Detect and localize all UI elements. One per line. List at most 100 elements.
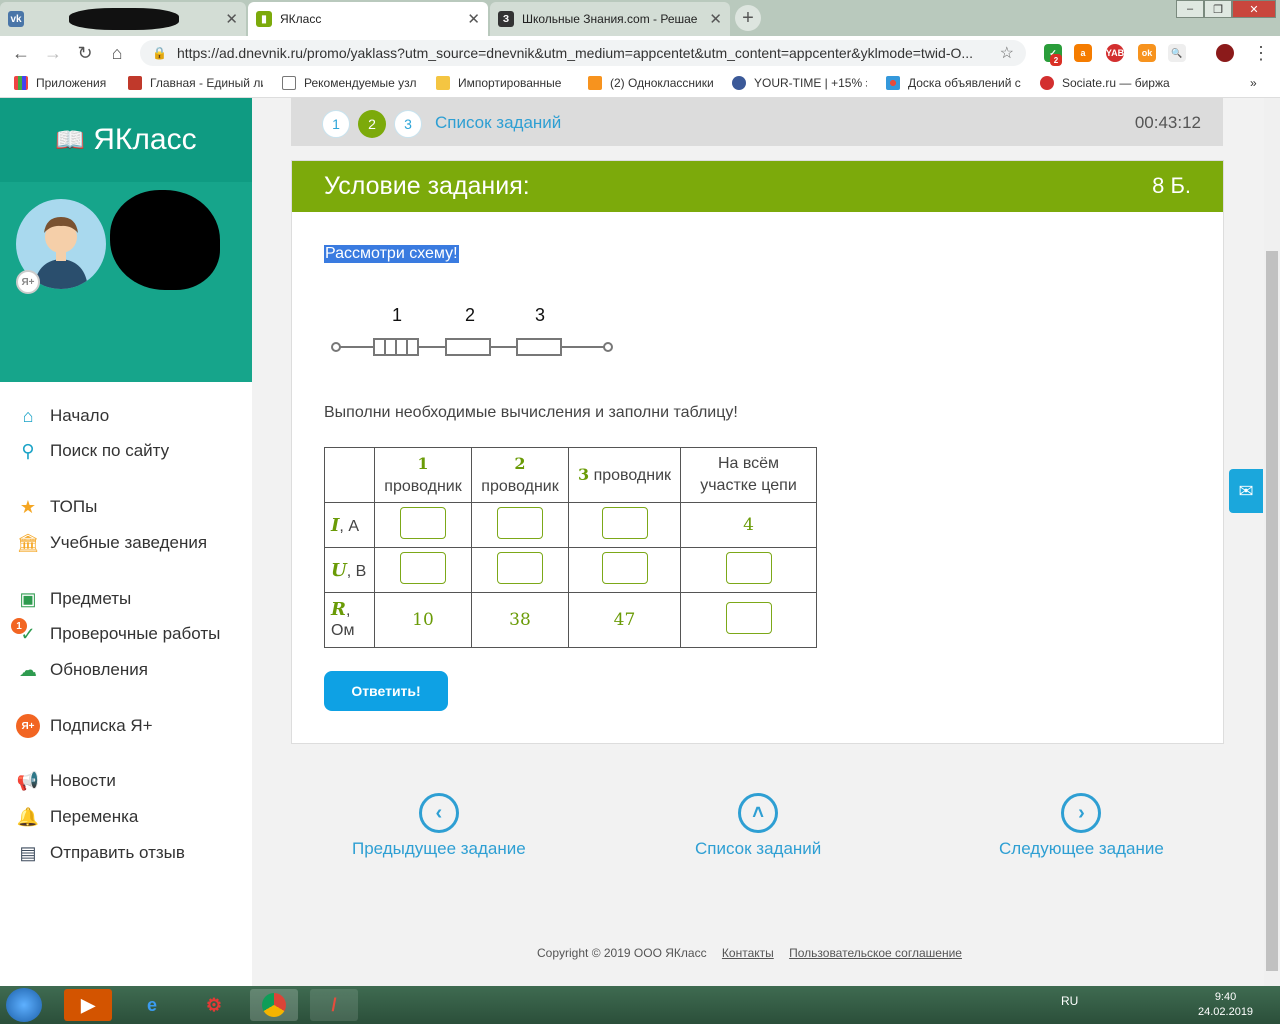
resistor-2: [445, 338, 491, 356]
sidebar-item-tests[interactable]: ✓ Проверочные работы: [16, 622, 220, 646]
diary-icon: ◧: [122, 413, 134, 427]
home-button[interactable]: ⌂: [104, 40, 130, 66]
table-corner: [324, 447, 375, 503]
task-list-link[interactable]: Список заданий: [435, 113, 561, 133]
sidebar: 📖 ЯКласс Я+ ● Мой профиль ◧ Вернуться в …: [0, 98, 252, 986]
step-1[interactable]: 1: [322, 110, 350, 138]
vk-icon: vk: [8, 11, 24, 27]
close-tab-icon[interactable]: ✕: [225, 10, 238, 28]
submit-answer-button[interactable]: Ответить!: [324, 671, 448, 711]
forward-button[interactable]: →: [40, 40, 66, 66]
app-icon[interactable]: ⚙: [190, 989, 238, 1021]
language-indicator[interactable]: RU: [1061, 994, 1078, 1008]
bookmark-item[interactable]: Доска объявлений с: [886, 76, 1021, 90]
bookmark-item[interactable]: YOUR-TIME | +15% з: [732, 76, 867, 90]
close-tab-icon[interactable]: ✕: [467, 10, 480, 28]
answer-input[interactable]: [497, 506, 543, 539]
mail-feedback-button[interactable]: ✉: [1229, 469, 1263, 513]
table-row: I, А 4: [324, 502, 817, 548]
col-header: 1 проводник: [374, 447, 472, 503]
more-bookmarks-icon[interactable]: »: [1250, 76, 1257, 90]
chevron-right-icon: ›: [1061, 793, 1102, 833]
answer-input[interactable]: [725, 551, 772, 584]
extension-icon[interactable]: a: [1074, 44, 1092, 62]
step-2[interactable]: 2: [358, 110, 386, 138]
back-button[interactable]: ←: [8, 40, 34, 66]
menu-dots-icon[interactable]: ⋮: [1248, 40, 1274, 66]
paint-icon[interactable]: /: [310, 989, 358, 1021]
circuit-label-3: 3: [535, 305, 545, 325]
my-profile-link[interactable]: ● Мой профиль: [122, 386, 234, 402]
answer-input[interactable]: [497, 551, 543, 584]
logo[interactable]: 📖 ЯКласс: [0, 98, 252, 182]
bookmark-item[interactable]: Sociate.ru — биржа: [1040, 76, 1175, 90]
sidebar-item-schools[interactable]: 🏛 Учебные заведения: [16, 531, 208, 555]
book-icon: ▣: [19, 588, 37, 609]
minimize-button[interactable]: –: [1176, 0, 1204, 18]
answer-input[interactable]: [725, 601, 772, 634]
browser-tab-bar: vk ✕ ▮ ЯКласс ✕ З Школьные Знания.com - …: [0, 0, 1280, 36]
task-list-nav-link[interactable]: ˄ Список заданий: [695, 793, 821, 859]
task-header: Условие задания: 8 Б.: [292, 161, 1223, 212]
tab-yaklass[interactable]: ▮ ЯКласс ✕: [248, 2, 488, 36]
globe-icon: [732, 76, 746, 90]
sidebar-item-subjects[interactable]: ▣ Предметы: [16, 587, 131, 611]
step-3[interactable]: 3: [394, 110, 422, 138]
extension-icon[interactable]: YAB: [1106, 44, 1124, 62]
tab-vk[interactable]: vk ✕: [0, 2, 246, 36]
table-row: R, Ом 10 38 47: [324, 592, 817, 648]
media-player-icon[interactable]: ▶: [64, 989, 112, 1021]
scrollbar-thumb[interactable]: [1266, 251, 1278, 971]
bookmark-item[interactable]: Главная - Единый ли: [128, 76, 263, 90]
answer-input[interactable]: [601, 551, 648, 584]
agreement-link[interactable]: Пользовательское соглашение: [789, 946, 962, 960]
clock[interactable]: 9:40 24.02.2019: [1198, 990, 1253, 1020]
odnoklassniki-icon[interactable]: ok: [1138, 44, 1156, 62]
close-tab-icon[interactable]: ✕: [709, 10, 722, 28]
sidebar-item-updates[interactable]: ☁ Обновления: [16, 658, 148, 682]
answer-input[interactable]: [601, 506, 648, 539]
star-icon: ★: [19, 496, 37, 517]
bookmark-item[interactable]: Импортированные: [436, 76, 571, 90]
windows-taskbar: ▶ e ⚙ / RU 9:40 24.02.2019: [0, 986, 1280, 1024]
close-window-button[interactable]: ✕: [1232, 0, 1276, 18]
circuit-label-2: 2: [465, 305, 475, 325]
restore-button[interactable]: ❐: [1204, 0, 1232, 18]
chrome-icon[interactable]: [250, 989, 298, 1021]
row-header: I, А: [324, 502, 375, 548]
task-points: 8 Б.: [1152, 173, 1191, 198]
sidebar-item-feedback[interactable]: ▤ Отправить отзыв: [16, 841, 184, 865]
sidebar-item-break[interactable]: 🔔 Переменка: [16, 805, 139, 829]
sociate-icon: [1040, 76, 1054, 90]
feedback-icon: ▤: [19, 842, 37, 863]
sidebar-item-tops[interactable]: ★ ТОПы: [16, 495, 97, 519]
sidebar-item-subscription[interactable]: Я+ Подписка Я+: [16, 714, 153, 738]
bookmark-item[interactable]: (2) Одноклассники: [588, 76, 723, 90]
megaphone-icon: 📢: [16, 770, 40, 791]
contacts-link[interactable]: Контакты: [722, 946, 774, 960]
bookmark-item[interactable]: Рекомендуемые узл: [282, 76, 417, 90]
url-field[interactable]: 🔒 https://ad.dnevnik.ru/promo/yaklass?ut…: [140, 40, 1026, 66]
bookmark-star-icon[interactable]: ☆: [1000, 43, 1014, 63]
tab-znanija[interactable]: З Школьные Знания.com - Решае ✕: [490, 2, 730, 36]
search-extension-icon[interactable]: 🔍: [1168, 44, 1186, 62]
bookmark-apps[interactable]: Приложения: [14, 76, 122, 90]
profile-avatar[interactable]: [1216, 44, 1234, 62]
sidebar-item-news[interactable]: 📢 Новости: [16, 769, 116, 793]
new-tab-button[interactable]: +: [735, 5, 761, 31]
next-task-link[interactable]: › Следующее задание: [999, 793, 1164, 859]
reload-button[interactable]: ↻: [72, 40, 98, 66]
answer-input[interactable]: [400, 506, 446, 539]
start-button[interactable]: [6, 988, 42, 1022]
ie-icon[interactable]: e: [128, 989, 176, 1021]
book-logo-icon: 📖: [55, 126, 86, 154]
footer: Copyright © 2019 ООО ЯКласс Контакты Пол…: [537, 946, 962, 960]
sidebar-item-search[interactable]: ⚲ Поиск по сайту: [16, 439, 169, 463]
answer-input[interactable]: [400, 551, 446, 584]
prev-task-link[interactable]: ‹ Предыдущее задание: [352, 793, 526, 859]
bookmark-icon: [128, 76, 142, 90]
subscription-icon: Я+: [16, 714, 40, 738]
scrollbar[interactable]: [1264, 98, 1280, 986]
sidebar-item-home[interactable]: ⌂ Начало: [16, 404, 110, 428]
table-cell: [680, 547, 817, 593]
